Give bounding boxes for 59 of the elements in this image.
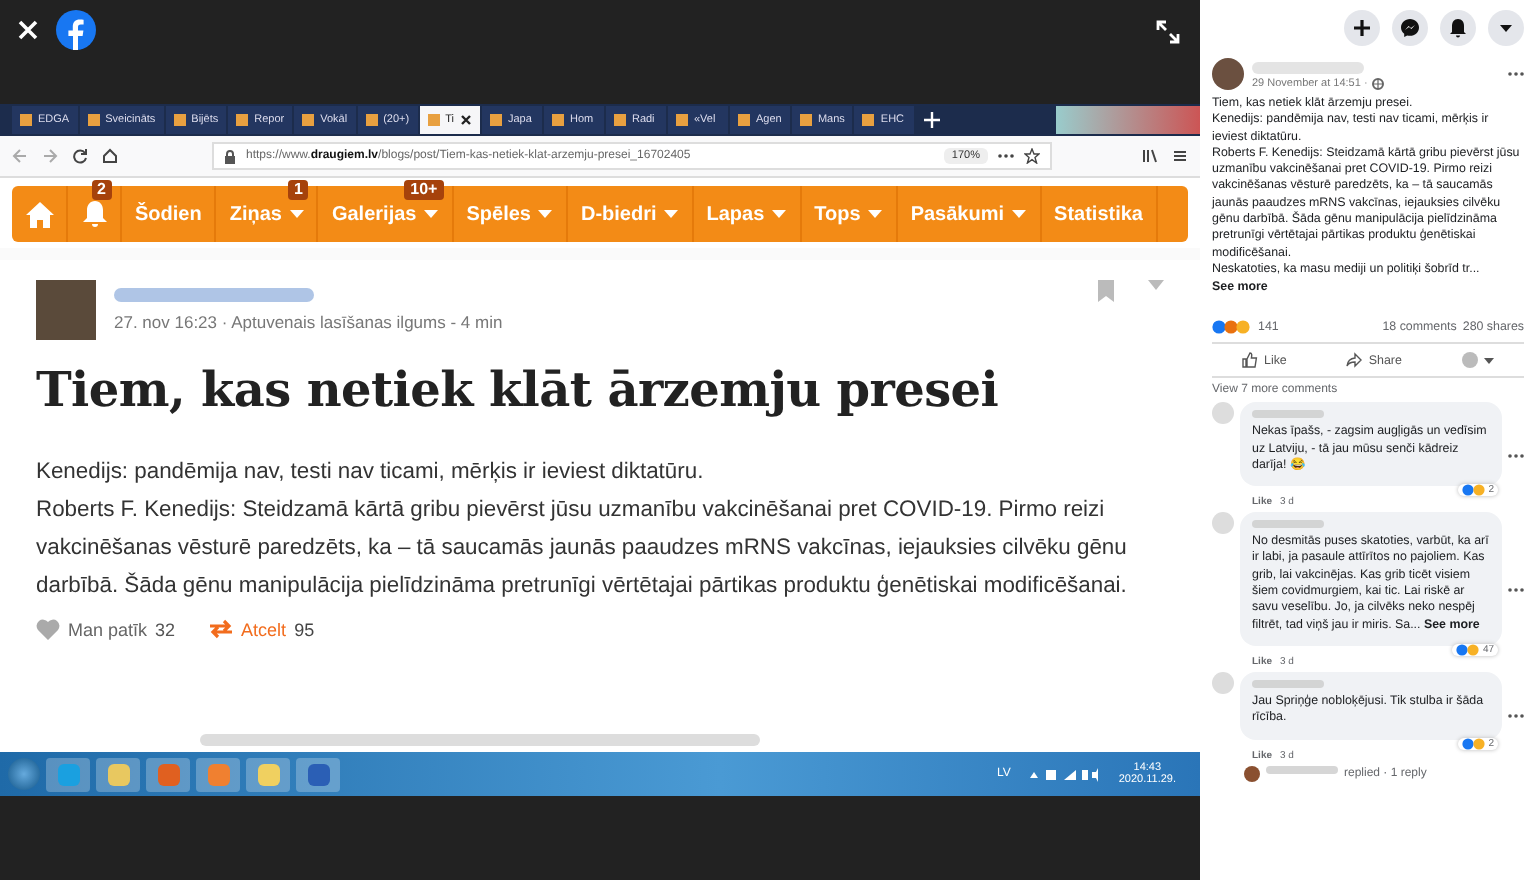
avatar-placeholder [1212, 402, 1234, 425]
heart-icon [36, 618, 60, 640]
notification-badge: 10+ [404, 180, 444, 200]
plus-icon [1352, 18, 1372, 38]
facebook-logo-icon[interactable] [56, 10, 96, 50]
caret-icon [1483, 357, 1494, 364]
nav-item[interactable]: 2 [68, 186, 122, 242]
repost-icon [207, 618, 234, 640]
reaction-icons [1212, 320, 1252, 335]
post-meta: 27. nov 16:23 · Aptuvenais lasīšanas ilgums - 4 min [114, 312, 503, 332]
library-icon[interactable] [1142, 148, 1158, 164]
reaction-icons [1462, 484, 1487, 497]
blurred-name [1252, 679, 1324, 688]
reaction-icons [1456, 643, 1481, 656]
more-options-icon[interactable] [1508, 453, 1524, 458]
close-icon[interactable] [459, 114, 472, 126]
expand-icon[interactable] [1156, 20, 1180, 44]
photo-placeholder [36, 280, 96, 340]
plus-button[interactable] [1344, 10, 1380, 46]
taskbar-app-icon[interactable] [246, 757, 290, 791]
caret-button[interactable] [1488, 10, 1524, 46]
menu-icon[interactable] [1172, 148, 1188, 164]
avatar-placeholder [1244, 765, 1260, 782]
article-title: Tiem, kas netiek klāt ārzemju presei [36, 360, 1001, 418]
lock-icon [224, 149, 236, 163]
more-options-icon[interactable] [1508, 714, 1524, 719]
thumbs-up-icon [1242, 352, 1259, 369]
blurred-name [1252, 410, 1324, 419]
avatar-placeholder [1212, 58, 1244, 90]
bell-icon [1448, 18, 1468, 38]
messenger-button[interactable] [1392, 10, 1428, 46]
tray-icons[interactable] [1028, 766, 1101, 782]
audience-selector[interactable] [1461, 352, 1494, 369]
notification-badge: 2 [91, 180, 112, 200]
share-arrow-icon [1346, 352, 1363, 369]
star-icon[interactable] [1024, 148, 1040, 164]
article-paragraph: Roberts F. Kenedijs: Steidzamā kārtā gribu pievērst jūsu uzmanību vakcinēšanai pret COVID-19. Pirmo reizi vakcinēšanas vēsturē paredzēts, ka – tā saucamās jaunās paaudzes mRNS vakcīnas, iejauksies cilvēku gēnu darbībā. Šāda gēnu manipulācija pielīdzināma pretrunīgi vērtētajai pārtikas produktu ģenētiskai modificēšanai. [36, 496, 1129, 602]
more-options-icon[interactable] [1508, 588, 1524, 593]
messenger-icon [1400, 18, 1420, 38]
nav-item[interactable]: Galerijas 10+ [318, 186, 454, 242]
home-icon[interactable] [102, 148, 118, 164]
blurred-name [1252, 62, 1364, 74]
avatar-placeholder [1212, 512, 1234, 535]
article-paragraph: Kenedijs: pandēmija nav, testi nav ticami, mērķis ir ieviest diktatūru. [36, 458, 706, 488]
blurred-name [1266, 766, 1338, 775]
scrollbar[interactable] [200, 734, 760, 746]
avatar-placeholder [1212, 671, 1234, 694]
bell-button[interactable] [1440, 10, 1476, 46]
new-tab-icon[interactable] [924, 112, 941, 128]
like-button[interactable]: Man patīk 32 [36, 618, 176, 640]
taskbar-app-icon[interactable] [96, 757, 140, 791]
blurred-name [1252, 520, 1324, 529]
reaction-icons [1462, 737, 1487, 750]
globe-icon [1371, 78, 1384, 90]
nav-item[interactable]: Ziņas 1 [216, 186, 319, 242]
reload-icon[interactable] [72, 148, 88, 164]
start-button[interactable] [8, 758, 40, 790]
share-button[interactable]: Atcelt 95 [207, 618, 315, 640]
notification-badge: 1 [288, 180, 309, 200]
